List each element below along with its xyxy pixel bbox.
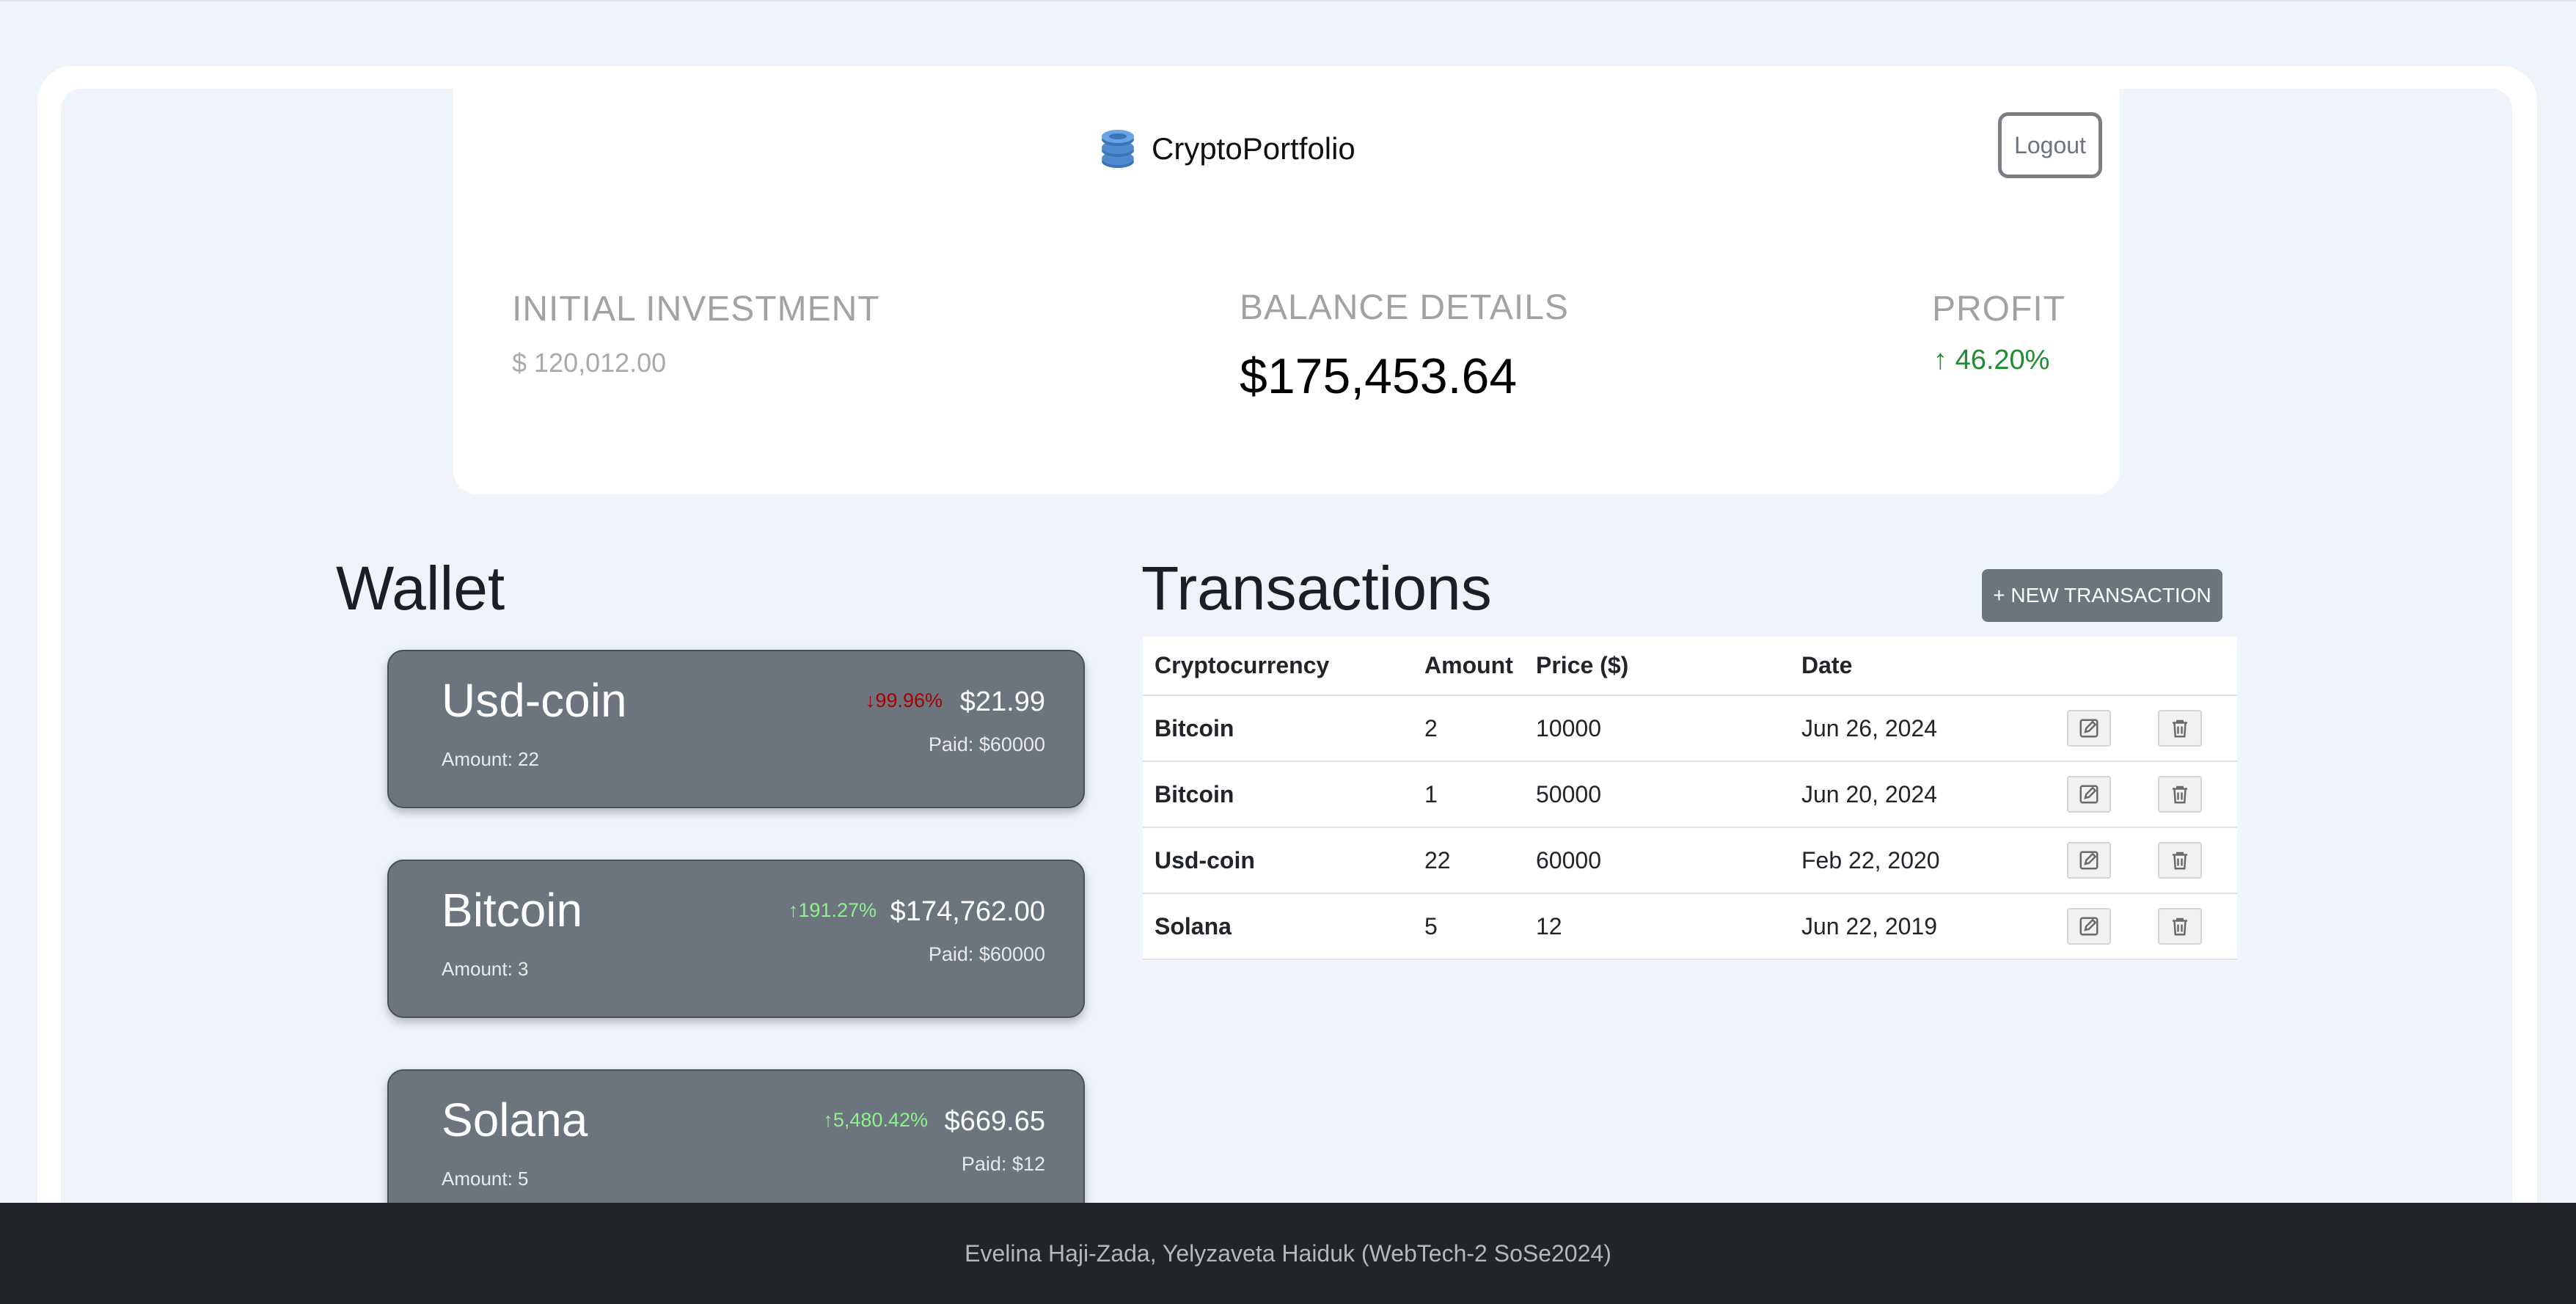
column-header-empty bbox=[2055, 637, 2146, 696]
initial-investment-label: INITIAL INVESTMENT bbox=[512, 290, 880, 329]
coin-change: ↓99.96% bbox=[865, 689, 943, 711]
wallet-card[interactable]: Usd-coin Amount: 22 ↓99.96% $21.99 Paid:… bbox=[387, 650, 1085, 808]
cell-delete bbox=[2146, 761, 2237, 828]
column-header: Date bbox=[1790, 637, 2055, 696]
brand[interactable]: CryptoPortfolio bbox=[1097, 128, 1355, 170]
profit-label: PROFIT bbox=[1932, 290, 2065, 329]
cell-crypto: Solana bbox=[1143, 893, 1413, 960]
wallet-title: Wallet bbox=[336, 554, 505, 623]
edit-button[interactable] bbox=[2067, 908, 2111, 945]
wallet-card[interactable]: Bitcoin Amount: 3 ↑191.27% $174,762.00 P… bbox=[387, 860, 1085, 1018]
cell-edit bbox=[2055, 695, 2146, 762]
coin-name: Solana bbox=[442, 1094, 588, 1146]
profit-value: ↑ 46.20% bbox=[1933, 345, 2049, 376]
coin-value: $21.99 bbox=[959, 686, 1045, 717]
column-header: Price ($) bbox=[1524, 637, 1790, 696]
edit-icon bbox=[2079, 785, 2099, 804]
cell-amount: 22 bbox=[1413, 827, 1524, 894]
cell-delete bbox=[2146, 695, 2237, 762]
arrow-up-icon: ↑ bbox=[788, 899, 799, 921]
edit-button[interactable] bbox=[2067, 776, 2111, 813]
table-header-row: Cryptocurrency Amount Price ($) Date bbox=[1143, 637, 2237, 696]
balance-value: $175,453.64 bbox=[1240, 348, 1518, 404]
transactions-title: Transactions bbox=[1141, 554, 1492, 623]
edit-icon bbox=[2079, 851, 2099, 870]
cell-crypto: Bitcoin bbox=[1143, 761, 1413, 828]
coin-paid: Paid: $60000 bbox=[928, 733, 1045, 755]
edit-icon bbox=[2079, 917, 2099, 936]
cell-price: 50000 bbox=[1524, 761, 1790, 828]
edit-button[interactable] bbox=[2067, 710, 2111, 747]
cell-date: Jun 22, 2019 bbox=[1790, 893, 2055, 960]
cell-amount: 1 bbox=[1413, 761, 1524, 828]
table-row: Bitcoin 2 10000 Jun 26, 2024 bbox=[1143, 695, 2237, 762]
trash-icon bbox=[2173, 851, 2187, 870]
cell-crypto: Usd-coin bbox=[1143, 827, 1413, 894]
cell-price: 12 bbox=[1524, 893, 1790, 960]
coin-value: $174,762.00 bbox=[890, 896, 1045, 927]
balance-details-label: BALANCE DETAILS bbox=[1240, 288, 1569, 327]
cell-edit bbox=[2055, 893, 2146, 960]
cell-date: Feb 22, 2020 bbox=[1790, 827, 2055, 894]
coin-amount: Amount: 22 bbox=[442, 748, 539, 770]
footer-credits: Evelina Haji-Zada, Yelyzaveta Haiduk (We… bbox=[965, 1239, 1611, 1267]
trash-icon bbox=[2173, 785, 2187, 804]
trash-icon bbox=[2173, 917, 2187, 936]
cell-price: 10000 bbox=[1524, 695, 1790, 762]
cell-edit bbox=[2055, 827, 2146, 894]
arrow-down-icon: ↓ bbox=[865, 689, 876, 711]
table-row: Usd-coin 22 60000 Feb 22, 2020 bbox=[1143, 827, 2237, 894]
cell-amount: 5 bbox=[1413, 893, 1524, 960]
top-border bbox=[0, 0, 2576, 1]
cell-amount: 2 bbox=[1413, 695, 1524, 762]
delete-button[interactable] bbox=[2158, 776, 2202, 813]
delete-button[interactable] bbox=[2158, 710, 2202, 747]
coin-amount: Amount: 3 bbox=[442, 958, 529, 980]
cell-delete bbox=[2146, 893, 2237, 960]
column-header: Cryptocurrency bbox=[1143, 637, 1413, 696]
cell-date: Jun 26, 2024 bbox=[1790, 695, 2055, 762]
coin-value: $669.65 bbox=[944, 1106, 1045, 1137]
table-row: Solana 5 12 Jun 22, 2019 bbox=[1143, 893, 2237, 960]
coins-logo-icon bbox=[1102, 130, 1134, 168]
new-transaction-button[interactable]: + NEW TRANSACTION bbox=[1982, 569, 2222, 622]
coin-paid: Paid: $12 bbox=[961, 1153, 1045, 1175]
cell-crypto: Bitcoin bbox=[1143, 695, 1413, 762]
trash-icon bbox=[2173, 719, 2187, 738]
coin-change: ↑191.27% bbox=[788, 899, 877, 921]
footer: Evelina Haji-Zada, Yelyzaveta Haiduk (We… bbox=[0, 1203, 2576, 1304]
initial-investment-value: $ 120,012.00 bbox=[512, 348, 667, 378]
coin-change: ↑5,480.42% bbox=[823, 1109, 928, 1131]
cell-edit bbox=[2055, 761, 2146, 828]
profit-percent: 46.20% bbox=[1955, 345, 2050, 376]
edit-button[interactable] bbox=[2067, 842, 2111, 879]
coin-amount: Amount: 5 bbox=[442, 1168, 529, 1190]
cell-price: 60000 bbox=[1524, 827, 1790, 894]
edit-icon bbox=[2079, 719, 2099, 738]
coin-name: Bitcoin bbox=[442, 884, 583, 937]
cell-date: Jun 20, 2024 bbox=[1790, 761, 2055, 828]
arrow-up-icon: ↑ bbox=[823, 1109, 833, 1131]
coin-paid: Paid: $60000 bbox=[928, 943, 1045, 965]
logout-button[interactable]: Logout bbox=[1998, 112, 2102, 178]
coin-name: Usd-coin bbox=[442, 674, 627, 727]
delete-button[interactable] bbox=[2158, 842, 2202, 879]
column-header-empty bbox=[2146, 637, 2237, 696]
table-row: Bitcoin 1 50000 Jun 20, 2024 bbox=[1143, 761, 2237, 828]
delete-button[interactable] bbox=[2158, 908, 2202, 945]
arrow-up-icon: ↑ bbox=[1933, 345, 1947, 376]
cell-delete bbox=[2146, 827, 2237, 894]
app-title: CryptoPortfolio bbox=[1152, 131, 1355, 166]
transactions-table: Cryptocurrency Amount Price ($) Date Bit… bbox=[1143, 637, 2237, 960]
column-header: Amount bbox=[1413, 637, 1524, 696]
